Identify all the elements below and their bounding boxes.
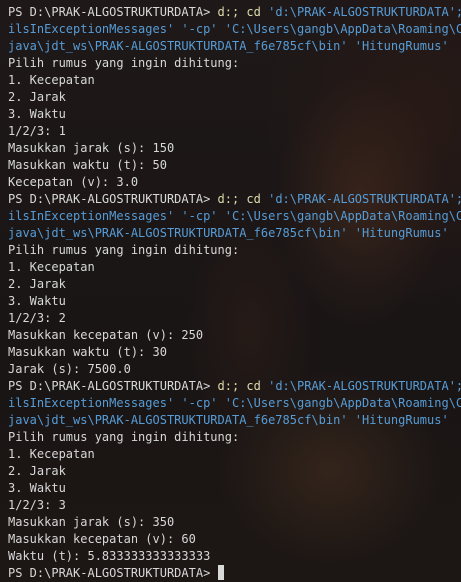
output-line: Jarak (s): 7500.0 [8,362,131,376]
command-text: d:; cd [217,379,269,393]
output-line: Masukkan kecepatan (v): 250 [8,328,204,342]
output-line: 2. Jarak [8,277,66,291]
output-line: 2. Jarak [8,464,66,478]
command-line: PS D:\PRAK-ALGOSTRUKTURDATA> d:; cd 'd:\… [8,191,461,208]
output-line: Masukkan waktu (t): 30 [8,345,167,359]
output-line: Masukkan kecepatan (v): 60 [8,532,196,546]
output-line: 1/2/3: 3 [8,498,66,512]
output-line: 1. Kecepatan [8,260,95,274]
command-continuation: ilsInExceptionMessages' '-cp' 'C:\Users\… [8,22,461,36]
shell-prompt: PS D:\PRAK-ALGOSTRUKTURDATA> [8,379,218,393]
command-path: 'd:\PRAK-ALGOSTRUKTURDATA'; [268,379,461,393]
output-line: 1. Kecepatan [8,447,95,461]
command-line: PS D:\PRAK-ALGOSTRUKTURDATA> d:; cd 'd:\… [8,4,461,21]
shell-prompt: PS D:\PRAK-ALGOSTRUKTURDATA> [8,5,218,19]
text-cursor [217,565,224,580]
output-line: 3. Waktu [8,481,66,495]
output-line: Pilih rumus yang ingin dihitung: [8,430,240,444]
output-line: Masukkan waktu (t): 50 [8,158,167,172]
command-path: 'd:\PRAK-ALGOSTRUKTURDATA'; [268,5,461,19]
command-continuation: java\jdt_ws\PRAK-ALGOSTRUKTURDATA_f6e785… [8,413,449,427]
command-text: d:; cd [217,5,269,19]
shell-prompt: PS D:\PRAK-ALGOSTRUKTURDATA> [8,192,218,206]
command-line: PS D:\PRAK-ALGOSTRUKTURDATA> d:; cd 'd:\… [8,378,461,395]
output-line: 1/2/3: 1 [8,124,66,138]
output-line: Masukkan jarak (s): 350 [8,515,175,529]
output-line: 3. Waktu [8,294,66,308]
shell-prompt: PS D:\PRAK-ALGOSTRUKTURDATA> [8,566,218,580]
active-prompt-line[interactable]: PS D:\PRAK-ALGOSTRUKTURDATA> [8,565,461,582]
output-line: Waktu (t): 5.833333333333333 [8,549,211,563]
command-path: 'd:\PRAK-ALGOSTRUKTURDATA'; [268,192,461,206]
output-line: Masukkan jarak (s): 150 [8,141,175,155]
output-line: 3. Waktu [8,107,66,121]
command-continuation: ilsInExceptionMessages' '-cp' 'C:\Users\… [8,396,461,410]
command-continuation: java\jdt_ws\PRAK-ALGOSTRUKTURDATA_f6e785… [8,226,449,240]
command-continuation: java\jdt_ws\PRAK-ALGOSTRUKTURDATA_f6e785… [8,39,449,53]
output-line: Kecepatan (v): 3.0 [8,175,139,189]
output-line: Pilih rumus yang ingin dihitung: [8,243,240,257]
output-line: Pilih rumus yang ingin dihitung: [8,56,240,70]
terminal-output-area[interactable]: PS D:\PRAK-ALGOSTRUKTURDATA> d:; cd 'd:\… [0,0,461,582]
output-line: 1/2/3: 2 [8,311,66,325]
command-text: d:; cd [217,192,269,206]
output-line: 2. Jarak [8,90,66,104]
output-line: 1. Kecepatan [8,73,95,87]
command-continuation: ilsInExceptionMessages' '-cp' 'C:\Users\… [8,209,461,223]
